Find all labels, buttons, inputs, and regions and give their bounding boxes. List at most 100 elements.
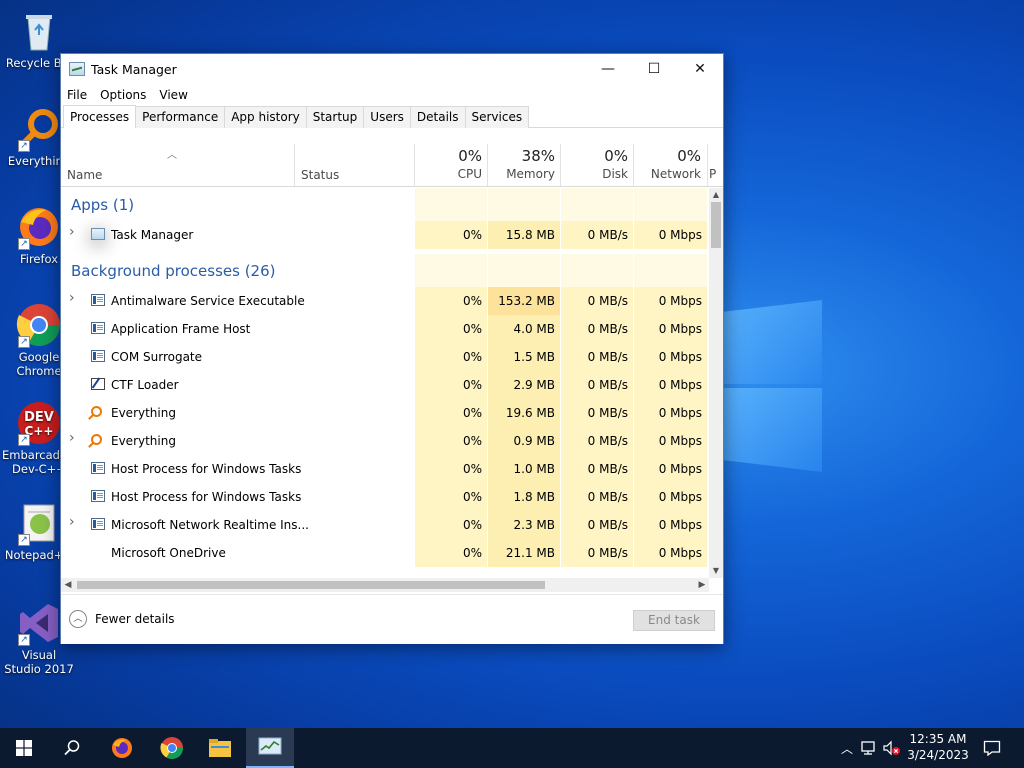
- table-row[interactable]: COM Surrogate 0% 1.5 MB 0 MB/s 0 Mbps: [61, 343, 709, 371]
- cell-network: 0 Mbps: [634, 427, 707, 455]
- taskbar-file-explorer[interactable]: [196, 728, 244, 768]
- notepadpp-icon: ↗: [16, 500, 62, 546]
- column-cpu[interactable]: 0% CPU: [415, 144, 487, 187]
- cell-memory: 153.2 MB: [488, 287, 560, 315]
- table-row[interactable]: Host Process for Windows Tasks 0% 1.0 MB 0 …: [61, 455, 709, 483]
- expand-chevron-icon[interactable]: ›: [69, 290, 75, 306]
- column-memory[interactable]: 38% Memory: [488, 144, 560, 187]
- column-name[interactable]: Name: [67, 168, 102, 182]
- minimize-icon: —: [601, 61, 615, 77]
- everything-icon: [91, 434, 102, 445]
- tab-services[interactable]: Services: [464, 106, 530, 128]
- shortcut-arrow-icon: ↗: [18, 140, 30, 152]
- table-row[interactable]: CTF Loader 0% 2.9 MB 0 MB/s 0 Mbps: [61, 371, 709, 399]
- disk-percent: 0%: [604, 147, 628, 165]
- scroll-right-icon[interactable]: ▶: [695, 578, 709, 592]
- cell-disk: 0 MB/s: [561, 399, 633, 427]
- column-header: ︿ Name Status 0% CPU 38% Memory 0% Disk …: [61, 144, 723, 187]
- tab-details[interactable]: Details: [409, 106, 466, 128]
- cell-cpu: 0%: [415, 483, 487, 511]
- table-row[interactable]: Everything 0% 19.6 MB 0 MB/s 0 Mbps: [61, 399, 709, 427]
- process-name: Host Process for Windows Tasks: [111, 490, 302, 504]
- menu-view[interactable]: View: [159, 88, 187, 102]
- scroll-left-icon[interactable]: ◀: [61, 578, 75, 592]
- taskbar-chrome[interactable]: [148, 728, 196, 768]
- cell-cpu: 0%: [415, 539, 487, 567]
- process-name: Antimalware Service Executable: [111, 294, 305, 308]
- scroll-down-icon[interactable]: ▼: [709, 564, 723, 578]
- column-status[interactable]: Status: [301, 168, 339, 182]
- maximize-button[interactable]: ☐: [631, 54, 677, 84]
- table-row[interactable]: › Antimalware Service Executable 0% 153.2 M…: [61, 287, 709, 315]
- clock[interactable]: 12:35 AM 3/24/2023: [906, 731, 970, 763]
- tab-startup[interactable]: Startup: [305, 106, 365, 128]
- table-row[interactable]: › Everything 0% 0.9 MB 0 MB/s 0 Mbps: [61, 427, 709, 455]
- menu-file[interactable]: File: [67, 88, 87, 102]
- cell-cpu: 0%: [415, 343, 487, 371]
- cell-memory: 2.3 MB: [488, 511, 560, 539]
- visual-studio-icon: ↗: [16, 600, 62, 646]
- cell-disk: 0 MB/s: [561, 221, 633, 249]
- search-icon: [64, 740, 80, 756]
- close-button[interactable]: ✕: [677, 54, 723, 84]
- tray-chevron-up-icon[interactable]: ︿: [838, 740, 856, 757]
- scroll-up-icon[interactable]: ▲: [709, 188, 723, 202]
- process-icon: [91, 294, 105, 306]
- notification-icon: [983, 740, 1001, 756]
- process-icon: [91, 518, 105, 530]
- taskbar-firefox[interactable]: [98, 728, 146, 768]
- group-apps: Apps (1): [61, 188, 709, 221]
- cell-memory: 0.9 MB: [488, 427, 560, 455]
- process-icon: [91, 490, 105, 502]
- chrome-icon: ↗: [16, 302, 62, 348]
- firefox-icon: ↗: [16, 204, 62, 250]
- shortcut-arrow-icon: ↗: [18, 238, 30, 250]
- table-row[interactable]: Application Frame Host 0% 4.0 MB 0 MB/s 0 Mb…: [61, 315, 709, 343]
- column-disk[interactable]: 0% Disk: [561, 144, 633, 187]
- table-row[interactable]: › Microsoft Network Realtime Ins... 0% 2.3 …: [61, 511, 709, 539]
- table-row[interactable]: Microsoft OneDrive 0% 21.1 MB 0 MB/s 0 Mbps: [61, 539, 709, 567]
- cell-network: 0 Mbps: [634, 483, 707, 511]
- recycle-bin-icon: [16, 8, 62, 54]
- cell-memory: 1.8 MB: [488, 483, 560, 511]
- window-title: Task Manager: [91, 61, 177, 77]
- title-bar[interactable]: Task Manager — ☐ ✕: [61, 54, 723, 84]
- firefox-icon: [112, 738, 132, 758]
- svg-text:DEV: DEV: [24, 410, 54, 425]
- vertical-scrollbar[interactable]: ▲ ▼: [709, 188, 723, 578]
- table-row[interactable]: › Task Manager 0% 15.8 MB 0 MB/s 0 Mbps: [61, 221, 709, 249]
- process-icon: [91, 462, 105, 474]
- fewer-details-button[interactable]: ︿ Fewer details: [69, 610, 175, 628]
- minimize-button[interactable]: —: [585, 54, 631, 84]
- vertical-scroll-thumb[interactable]: [711, 202, 721, 248]
- window-controls: — ☐ ✕: [585, 54, 723, 84]
- table-row[interactable]: Host Process for Windows Tasks 0% 1.8 MB 0 …: [61, 483, 709, 511]
- expand-chevron-icon[interactable]: ›: [69, 430, 75, 446]
- action-center-button[interactable]: [980, 728, 1004, 768]
- horizontal-scrollbar[interactable]: ◀ ▶: [61, 578, 709, 592]
- volume-muted-icon[interactable]: [882, 740, 902, 756]
- end-task-button[interactable]: End task: [633, 610, 715, 631]
- shortcut-arrow-icon: ↗: [18, 634, 30, 646]
- menu-options[interactable]: Options: [100, 88, 146, 102]
- horizontal-scroll-thumb[interactable]: [77, 581, 545, 589]
- tab-performance[interactable]: Performance: [135, 106, 226, 128]
- tab-processes[interactable]: Processes: [63, 105, 137, 128]
- sort-up-icon: ︿: [167, 150, 177, 161]
- cell-cpu: 0%: [415, 511, 487, 539]
- task-manager-icon: [258, 737, 282, 755]
- tab-app-history[interactable]: App history: [224, 106, 307, 128]
- taskbar-task-manager[interactable]: [246, 728, 294, 768]
- expand-chevron-icon[interactable]: ›: [69, 514, 75, 530]
- search-button[interactable]: [48, 728, 96, 768]
- column-network[interactable]: 0% Network: [634, 144, 706, 187]
- column-power[interactable]: 0 P: [709, 144, 723, 187]
- tab-users[interactable]: Users: [363, 106, 411, 128]
- network-icon[interactable]: [860, 740, 878, 756]
- process-name: Application Frame Host: [111, 322, 251, 336]
- cell-cpu: 0%: [415, 371, 487, 399]
- memory-percent: 38%: [521, 147, 555, 165]
- expand-chevron-icon[interactable]: ›: [69, 224, 75, 240]
- start-button[interactable]: [0, 728, 48, 768]
- everything-icon: ↗: [16, 106, 62, 152]
